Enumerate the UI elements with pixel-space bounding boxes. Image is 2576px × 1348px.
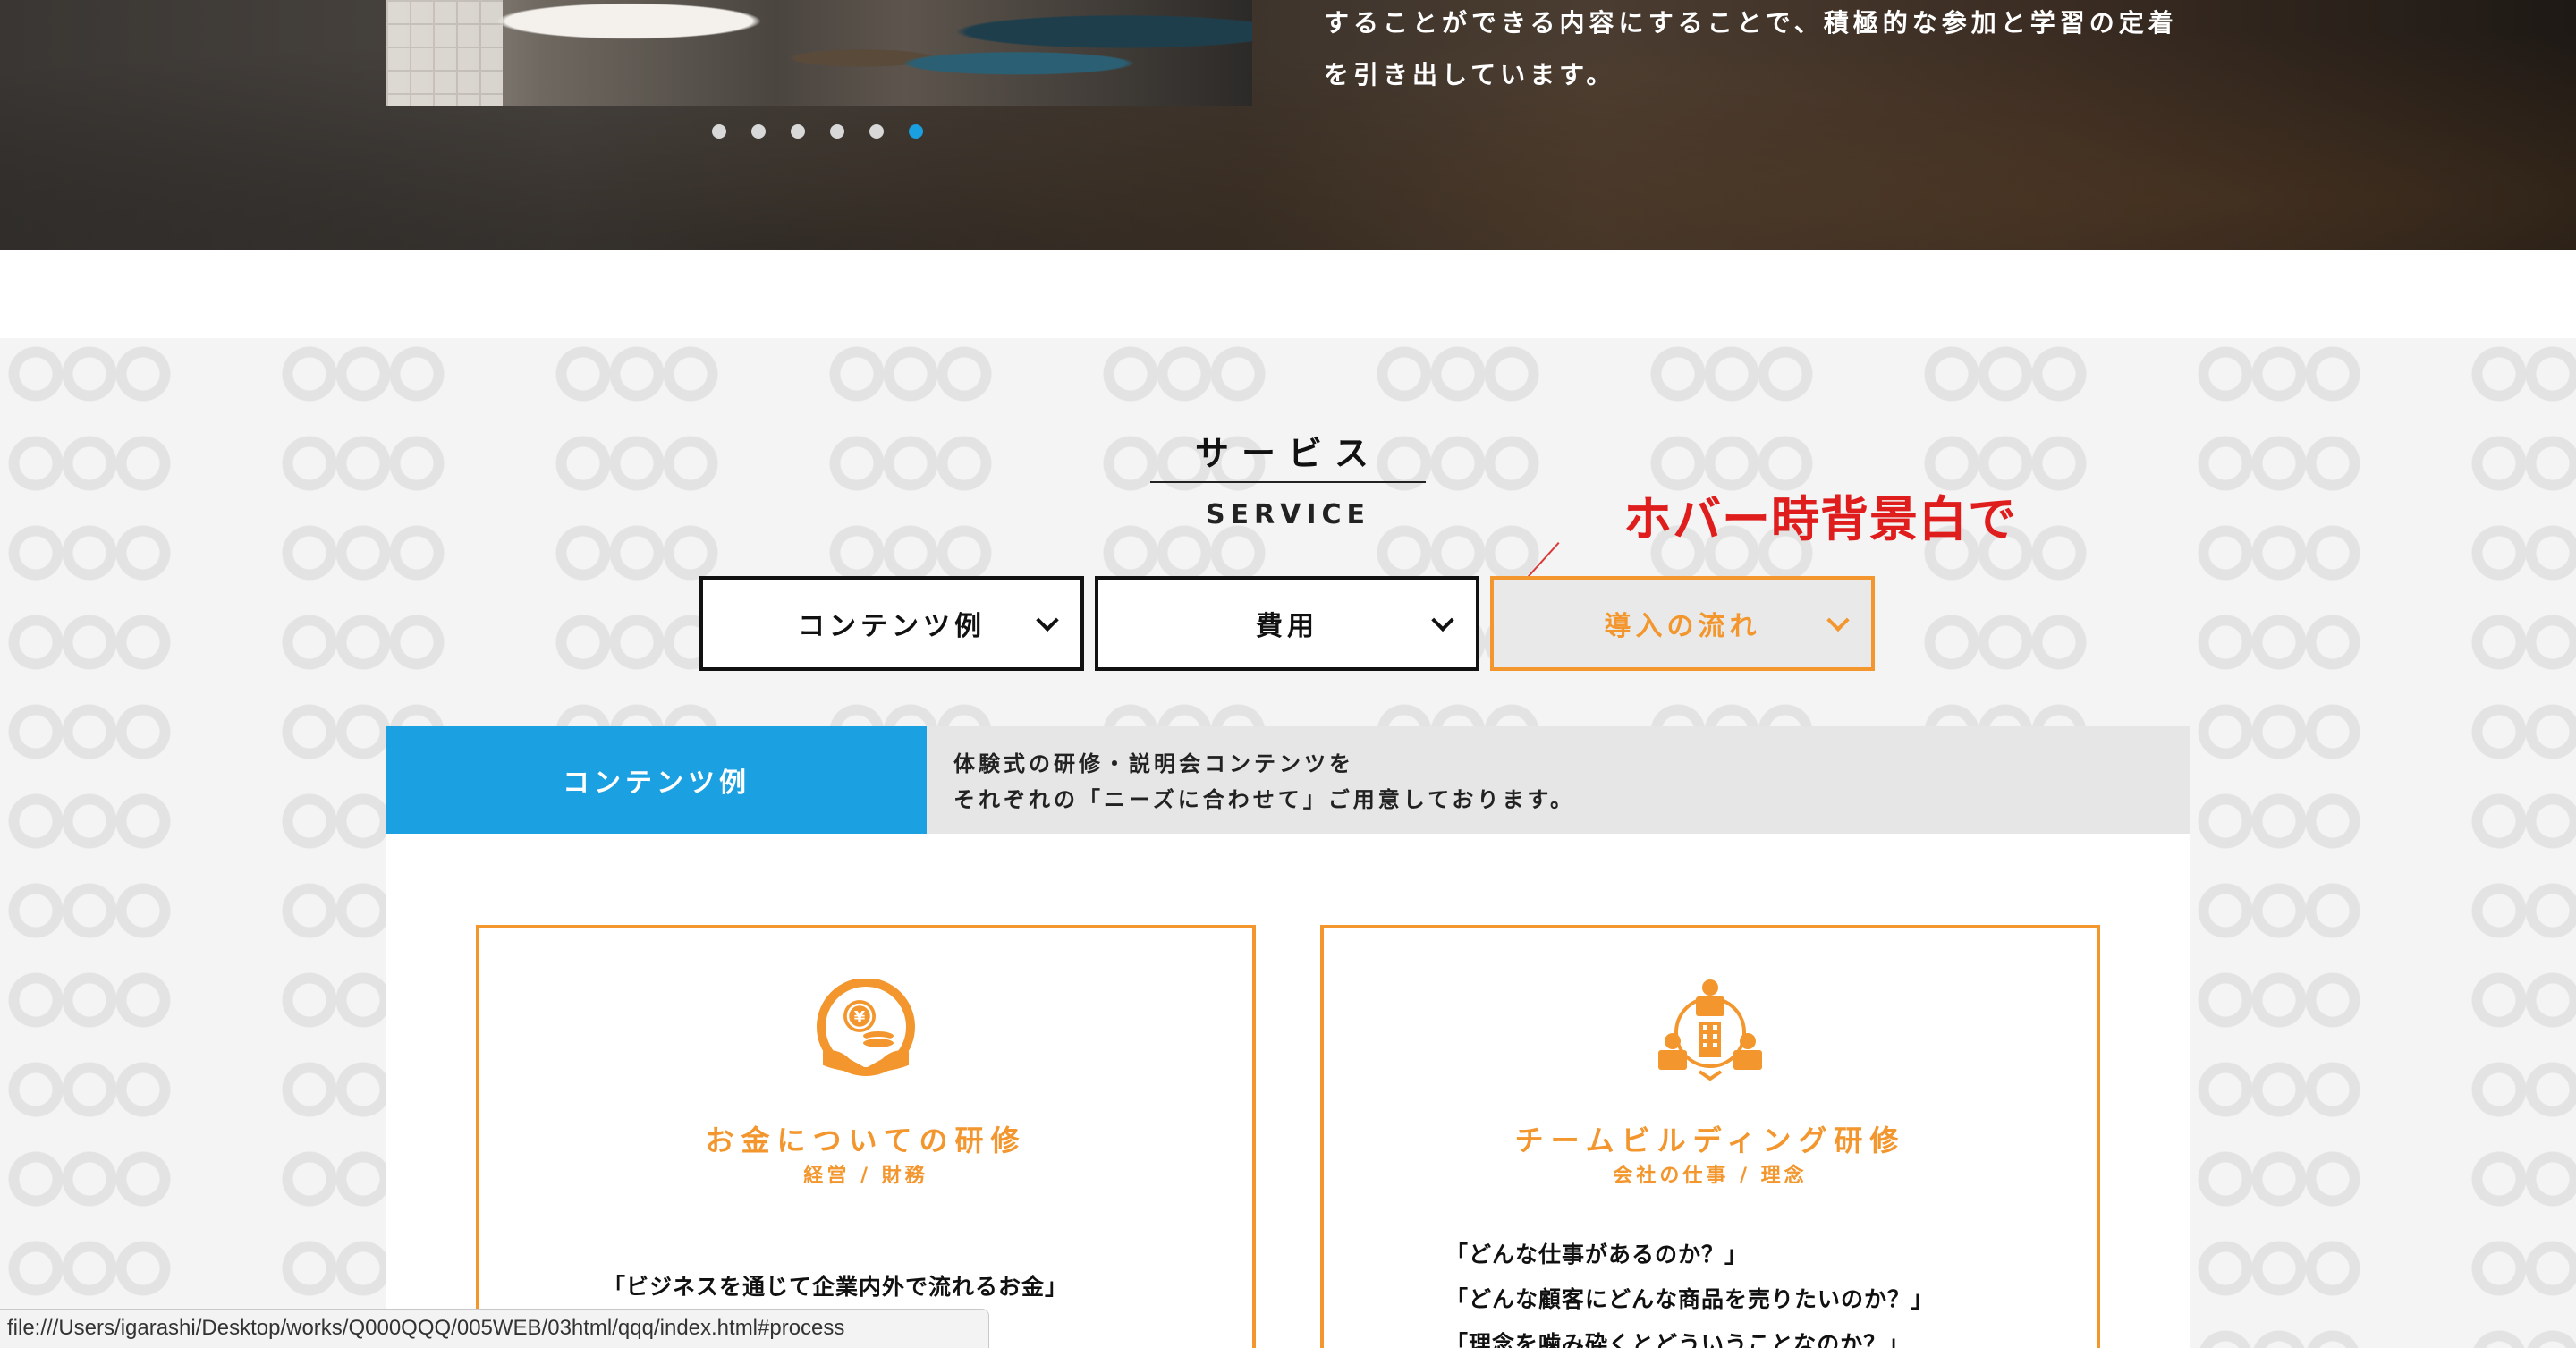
browser-status-url: file:///Users/igarashi/Desktop/works/Q00… [0, 1309, 989, 1348]
slider-dot-2[interactable] [751, 124, 766, 139]
card-subtitle: 会社の仕事 / 理念 [1613, 1165, 1808, 1187]
content-header: コンテンツ例 体験式の研修・説明会コンテンツを それぞれの「ニーズに合わせて」ご… [386, 726, 2190, 834]
svg-text:¥: ¥ [854, 1008, 866, 1027]
hero-section: することができる内容にすることで、積極的な参加と学習の定着 を引き出しています。 [0, 0, 2576, 250]
content-label: コンテンツ例 [386, 726, 927, 834]
card-title: チームビルディング研修 [1514, 1123, 1906, 1157]
slider-dots [712, 124, 923, 139]
tab-label: 導入の流れ [1604, 611, 1761, 642]
chevron-down-icon [1826, 608, 1850, 632]
training-card-team-building[interactable]: チームビルディング研修 会社の仕事 / 理念 「どんな仕事があるのか？」 「どん… [1320, 925, 2100, 1348]
title-divider [1150, 481, 1426, 483]
service-section: サービス SERVICE ホバー時背景白で コンテンツ例 費用 導入の流れ コン… [0, 338, 2576, 1348]
content-desc-line2: それぞれの「ニーズに合わせて」ご用意しております。 [953, 787, 1575, 812]
cards-container: ¥ お金についての研修 経営 / 財務 「ビジネスを通じて企業内外で流れるお金」… [386, 834, 2190, 1348]
hero-text-line2: を引き出しています。 [1324, 60, 1616, 89]
card-title: お金についての研修 [705, 1123, 1027, 1157]
list-item: 「ビジネスを通じて企業内外で流れるお金」 [603, 1274, 1069, 1300]
slider-dot-5[interactable] [869, 124, 884, 139]
team-network-icon [1658, 979, 1762, 1081]
list-item: 「理念を噛み砕くとどういうことなのか？」 [1445, 1331, 1911, 1348]
hero-text-line1: することができる内容にすることで、積極的な参加と学習の定着 [1324, 8, 2178, 38]
hero-slide-image [386, 0, 1252, 106]
chevron-down-icon [1036, 608, 1059, 632]
slider-dot-3[interactable] [791, 124, 805, 139]
list-item: 「どんな顧客にどんな商品を売りたいのか？」 [1445, 1286, 1935, 1312]
content-desc-line1: 体験式の研修・説明会コンテンツを [953, 751, 1354, 776]
slider-dot-4[interactable] [830, 124, 844, 139]
tab-cost[interactable]: 費用 [1095, 576, 1479, 671]
annotation-note: ホバー時背景白で [1623, 491, 2017, 547]
tab-label: 費用 [1256, 611, 1318, 642]
list-item: 「どんな仕事があるのか？」 [1445, 1242, 1749, 1267]
tab-label: コンテンツ例 [798, 611, 986, 642]
section-subtitle: SERVICE [1205, 499, 1371, 530]
tab-process[interactable]: 導入の流れ [1490, 576, 1875, 671]
service-tabs: コンテンツ例 費用 導入の流れ [699, 576, 1875, 671]
slider-dot-1[interactable] [712, 124, 726, 139]
content-description: 体験式の研修・説明会コンテンツを それぞれの「ニーズに合わせて」ご用意しておりま… [927, 726, 1575, 834]
slider-dot-6[interactable] [909, 124, 923, 139]
money-hands-icon: ¥ [810, 979, 921, 1076]
section-title: サービス [1194, 434, 1381, 473]
hero-photo-tiles [386, 0, 503, 106]
chevron-down-icon [1431, 608, 1454, 632]
card-topic-list: 「どんな仕事があるのか？」 「どんな顧客にどんな商品を売りたいのか？」 「理念を… [1445, 1233, 1934, 1348]
card-subtitle: 経営 / 財務 [803, 1165, 928, 1187]
training-card-money[interactable]: ¥ お金についての研修 経営 / 財務 「ビジネスを通じて企業内外で流れるお金」… [476, 925, 1256, 1348]
tab-contents[interactable]: コンテンツ例 [699, 576, 1084, 671]
